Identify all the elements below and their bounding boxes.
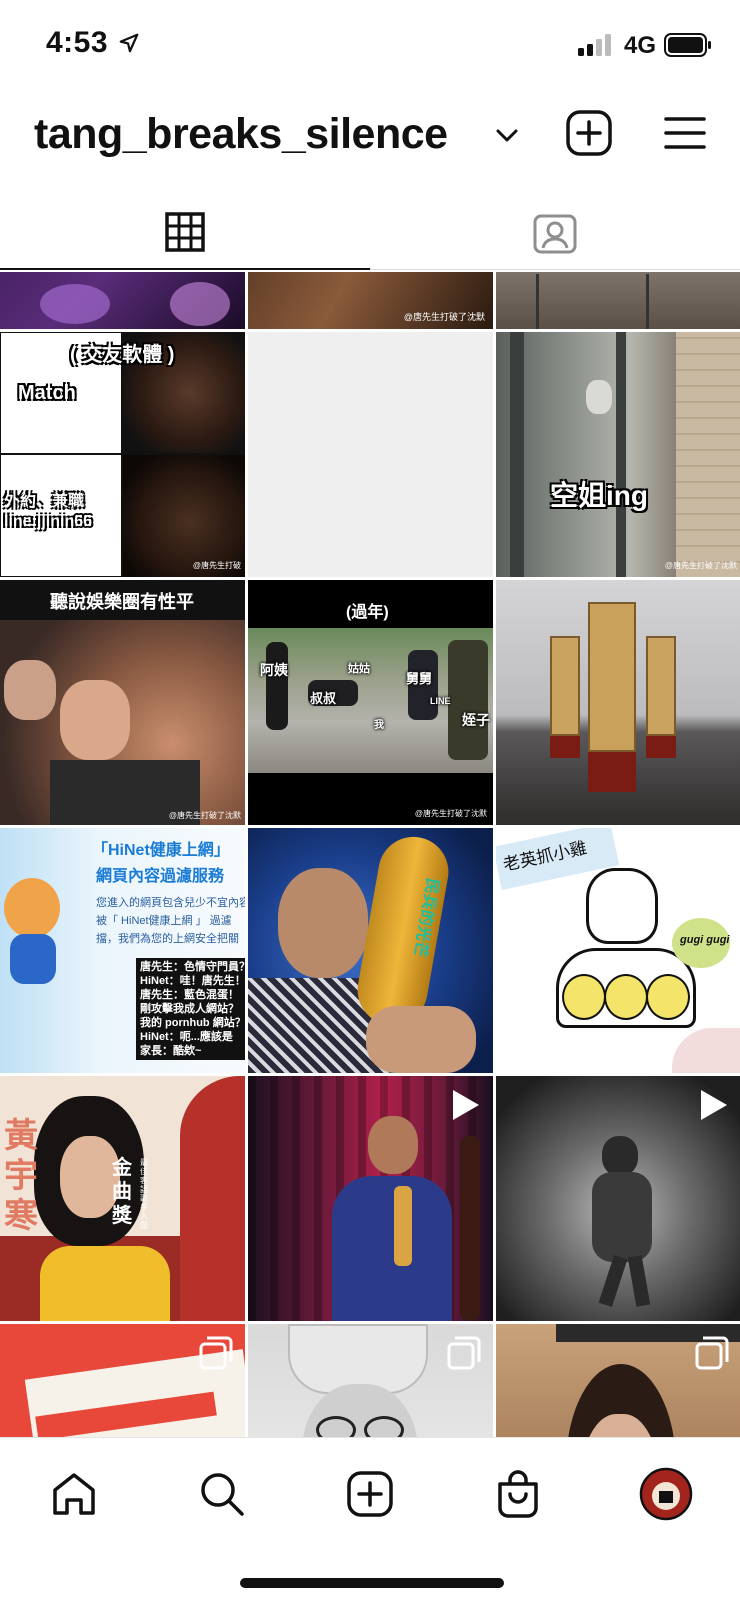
post-tile[interactable]: @唐先生打破了沈默 [248,272,493,329]
status-bar: 4:53 4G [0,0,740,90]
create-post-button[interactable] [566,110,612,156]
post-tile[interactable]: 民兵的光芒 [248,828,493,1073]
nav-shop[interactable] [488,1464,548,1524]
nav-new-post[interactable] [340,1464,400,1524]
post-tile[interactable] [496,1324,740,1437]
menu-button[interactable] [664,116,706,150]
post-tile[interactable]: 聽說娛樂圈有性平 @唐先生打破了沈默 [0,580,245,825]
home-indicator [240,1578,504,1588]
add-post-icon [347,1471,393,1517]
video-icon [453,1090,479,1120]
profile-avatar [639,1467,693,1521]
post-tile[interactable] [0,1324,245,1437]
post-tile[interactable]: ( 交友軟體 ) Match 外約、兼職 line:jjinin66 @唐先生打… [0,332,245,577]
bottom-navigation [0,1437,740,1600]
search-icon [201,1473,244,1516]
post-tile-loading[interactable] [248,332,493,577]
tab-tagged[interactable] [370,196,740,270]
nav-profile[interactable] [636,1464,696,1524]
posts-grid: @唐先生打破了沈默 ( 交友軟體 ) Match 外約、兼職 line:jjin… [0,272,740,1437]
tab-grid[interactable] [0,196,370,270]
post-tile[interactable]: 「HiNet健康上網」 網頁內容過濾服務 您進入的網頁包含兒少不宜內容 被「 H… [0,828,245,1073]
network-type: 4G [624,32,657,59]
nav-home[interactable] [44,1464,104,1524]
post-tile[interactable] [248,1324,493,1437]
home-icon [53,1473,95,1515]
signal-icon [578,34,611,56]
post-tile[interactable] [496,1076,740,1321]
grid-icon [165,212,205,252]
post-tile[interactable] [248,1076,493,1321]
carousel-icon [695,1336,729,1370]
profile-tabs [0,196,740,270]
post-tile[interactable]: (過年) 阿姨 姑姑 舅舅 叔叔 LINE 我 姪子 @唐先生打破了沈默 [248,580,493,825]
location-arrow-icon [119,33,139,53]
account-switcher[interactable]: tang_breaks_silence [34,110,448,159]
carousel-icon [199,1336,233,1370]
post-tile[interactable] [0,272,245,329]
post-tile[interactable]: 空姐ing @唐先生打破了沈默 [496,332,740,577]
post-tile[interactable] [496,580,740,825]
post-tile[interactable]: 老英抓小雞 gugi gugi [496,828,740,1073]
battery-icon [664,33,711,57]
video-icon [701,1090,727,1120]
post-tile[interactable]: 黃宇寒 金曲獎 最佳客語歌手 入圍 [0,1076,245,1321]
shopping-bag-icon [498,1470,538,1518]
tagged-person-icon [533,214,577,253]
profile-header: tang_breaks_silence [0,100,740,180]
post-tile[interactable] [496,272,740,329]
chevron-down-icon[interactable] [496,128,518,144]
carousel-icon [447,1336,481,1370]
nav-search[interactable] [192,1464,252,1524]
status-time: 4:53 [46,26,109,59]
